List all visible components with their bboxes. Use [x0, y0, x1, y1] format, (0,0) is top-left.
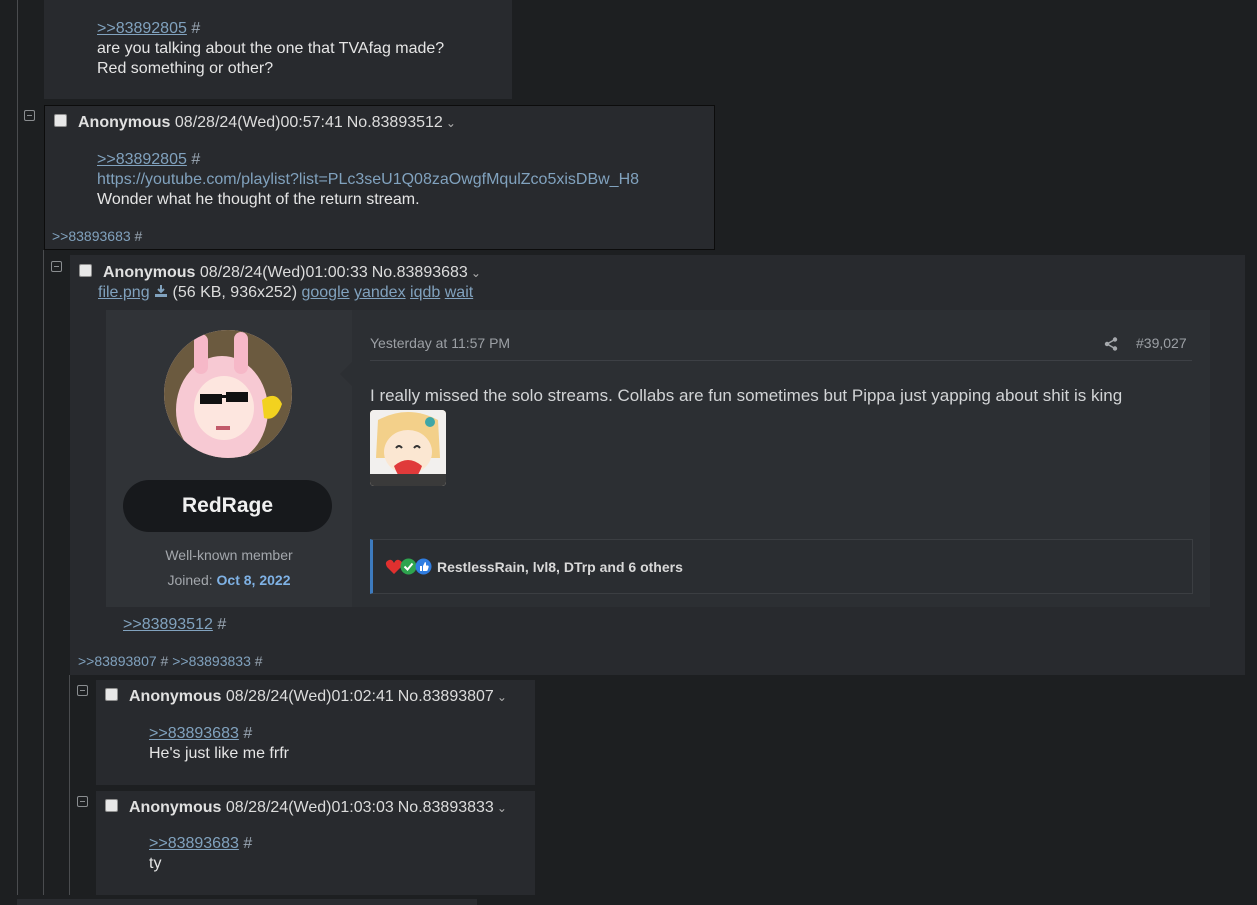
file-size: (56 KB, 936x252) — [172, 284, 298, 301]
hash-link[interactable]: # — [217, 616, 226, 633]
bottom-bar — [17, 899, 477, 905]
post-number[interactable]: No.83893683 — [372, 264, 468, 281]
file-info: file.png (56 KB, 936x252) google yandex … — [98, 284, 473, 302]
post-datetime: 08/28/24(Wed)01:00:33 — [199, 264, 368, 281]
post-body: He's just like me frfr — [149, 745, 289, 762]
reactions-bar[interactable]: RestlessRain, lvl8, DTrp and 6 others — [370, 539, 1193, 594]
join-date: Joined: Oct 8, 2022 — [167, 572, 291, 588]
reply-post: >>83892805 # are you talking about the o… — [44, 0, 512, 99]
reply-post: Anonymous 08/28/24(Wed)00:57:41 No.838935… — [44, 105, 715, 250]
checkbox[interactable] — [54, 114, 67, 127]
speech-caret — [340, 362, 352, 386]
backlink[interactable]: >>83893833 — [172, 653, 251, 669]
backlinks: >>83893807 # >>83893833 # — [78, 653, 263, 669]
hash-link[interactable]: # — [243, 835, 252, 852]
chevron-down-icon[interactable]: ⌄ — [471, 266, 481, 280]
reply-post: Anonymous 08/28/24(Wed)01:03:03 No.838938… — [96, 791, 535, 895]
chevron-down-icon[interactable]: ⌄ — [497, 690, 507, 704]
quote-link[interactable]: >>83892805 — [97, 151, 187, 168]
post-number[interactable]: No.83893512 — [347, 114, 443, 131]
post-datetime: 08/28/24(Wed)01:02:41 — [225, 688, 394, 705]
search-link-yandex[interactable]: yandex — [354, 284, 406, 301]
username: RedRage — [123, 480, 332, 532]
chevron-down-icon[interactable]: ⌄ — [497, 801, 507, 815]
reaction-names: RestlessRain, lvl8, DTrp and 6 others — [437, 558, 683, 575]
post-body: Wonder what he thought of the return str… — [97, 191, 420, 208]
post-datetime: 08/28/24(Wed)01:03:03 — [225, 799, 394, 816]
backlink[interactable]: >>83893807 — [78, 653, 157, 669]
hash-link[interactable]: # — [255, 653, 263, 669]
checkbox[interactable] — [105, 688, 118, 701]
hash-link[interactable]: # — [161, 653, 169, 669]
share-icon — [1104, 337, 1118, 351]
download-icon[interactable] — [154, 284, 168, 298]
thread-line — [17, 0, 18, 895]
hash-link[interactable]: # — [135, 228, 143, 244]
backlinks: >>83893683 # — [52, 228, 142, 244]
minus-icon[interactable] — [24, 110, 35, 121]
minus-icon[interactable] — [51, 261, 62, 272]
quote-link[interactable]: >>83893512 — [123, 616, 213, 633]
search-link-iqdb[interactable]: iqdb — [410, 284, 440, 301]
chevron-down-icon[interactable]: ⌄ — [446, 116, 456, 130]
post-number[interactable]: No.83893833 — [398, 799, 494, 816]
attached-image[interactable]: RedRage Well-known member Joined: Oct 8,… — [106, 310, 1210, 607]
hash-link[interactable]: # — [243, 725, 252, 742]
post-header: Anonymous 08/28/24(Wed)01:03:03 No.838938… — [129, 799, 507, 817]
poster-name: Anonymous — [78, 114, 171, 131]
post-datetime: 08/28/24(Wed)00:57:41 — [174, 114, 343, 131]
message-text: I really missed the solo streams. Collab… — [370, 386, 1123, 405]
checkbox[interactable] — [79, 264, 92, 277]
post-header: Anonymous 08/28/24(Wed)00:57:41 No.838935… — [78, 114, 456, 132]
quote-link[interactable]: >>83892805 — [97, 20, 187, 37]
search-link-wait[interactable]: wait — [445, 284, 473, 301]
backlink[interactable]: >>83893683 — [52, 228, 131, 244]
minus-icon[interactable] — [77, 796, 88, 807]
hash-link[interactable]: # — [191, 151, 200, 168]
post-number[interactable]: No.83893807 — [398, 688, 494, 705]
quote-link[interactable]: >>83893683 — [149, 725, 239, 742]
post-header: Anonymous 08/28/24(Wed)01:02:41 No.838938… — [129, 688, 507, 706]
hash-link[interactable]: # — [191, 20, 200, 37]
minus-icon[interactable] — [77, 685, 88, 696]
user-title: Well-known member — [165, 547, 293, 563]
file-link[interactable]: file.png — [98, 284, 150, 301]
post-body: ty — [149, 855, 162, 872]
message-post-number: #39,027 — [1136, 335, 1187, 351]
post-header: Anonymous 08/28/24(Wed)01:00:33 No.838936… — [103, 264, 481, 282]
divider — [370, 360, 1192, 361]
post-body: are you talking about the one that TVAfa… — [97, 40, 445, 77]
avatar — [164, 330, 292, 458]
search-link-google[interactable]: google — [301, 284, 349, 301]
checkbox[interactable] — [105, 799, 118, 812]
quote-link[interactable]: >>83893683 — [149, 835, 239, 852]
message-timestamp: Yesterday at 11:57 PM — [370, 335, 511, 351]
reply-post: Anonymous 08/28/24(Wed)01:02:41 No.838938… — [96, 680, 535, 785]
thumbs-up-icon — [415, 558, 432, 575]
emoji-sticker — [370, 410, 446, 486]
poster-name: Anonymous — [129, 688, 222, 705]
youtube-link[interactable]: https://youtube.com/playlist?list=PLc3se… — [97, 171, 639, 189]
thread-line — [69, 675, 70, 895]
reply-post: Anonymous 08/28/24(Wed)01:00:33 No.838936… — [70, 255, 1245, 675]
thread-line — [43, 250, 44, 895]
poster-name: Anonymous — [129, 799, 222, 816]
poster-name: Anonymous — [103, 264, 196, 281]
